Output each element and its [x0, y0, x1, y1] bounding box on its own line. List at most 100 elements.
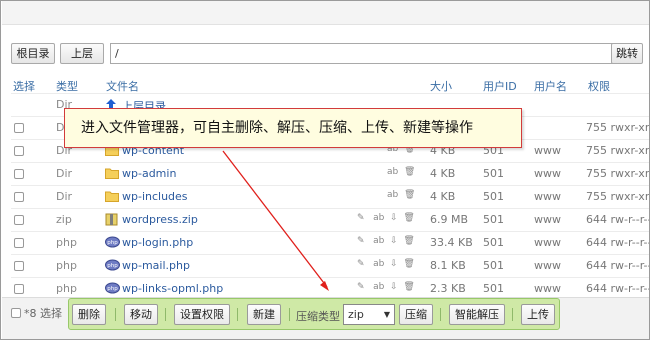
- new-button[interactable]: 新建: [247, 304, 281, 325]
- col-uid[interactable]: 用户ID: [483, 78, 517, 94]
- trash-icon[interactable]: 🗑: [404, 167, 415, 177]
- row-type: zip: [56, 213, 72, 226]
- row-name-link[interactable]: wordpress.zip: [122, 213, 198, 226]
- edit-icon[interactable]: ✎: [357, 282, 365, 292]
- row-checkbox[interactable]: [14, 146, 24, 156]
- root-dir-button[interactable]: 根目录: [11, 43, 55, 64]
- separator: [115, 308, 116, 321]
- col-select: 选择: [13, 80, 35, 93]
- row-checkbox[interactable]: [14, 261, 24, 271]
- row-permission[interactable]: 755 rwxr-xr-x: [586, 190, 649, 203]
- row-name-link[interactable]: wp-includes: [122, 190, 188, 203]
- row-permission[interactable]: 644 rw-r--r--: [586, 259, 649, 272]
- chevron-down-icon: ▼: [383, 310, 390, 319]
- row-size: 33.4 KB: [430, 236, 473, 249]
- row-actions: ab 🗑: [387, 190, 415, 200]
- select-count: *8 选择: [24, 307, 62, 320]
- table-row[interactable]: Dir wp-admin ab 🗑 4 KB 501 www 755 rwxr-xr-x: [11, 162, 649, 184]
- row-actions: ✎ ab ⇩ 🗑: [357, 259, 415, 269]
- row-uname: www: [534, 236, 561, 249]
- col-type[interactable]: 类型: [56, 78, 78, 94]
- go-button[interactable]: 跳转: [611, 43, 643, 64]
- rename-icon[interactable]: ab: [373, 282, 384, 292]
- file-manager-window: 根目录 上层 / 跳转 选择 类型 文件名 大小 用户ID 用户名 权限 Dir…: [0, 0, 650, 340]
- row-type: Dir: [56, 190, 73, 203]
- upload-button[interactable]: 上传: [521, 304, 555, 325]
- col-uname[interactable]: 用户名: [534, 78, 567, 94]
- download-icon[interactable]: ⇩: [390, 213, 398, 223]
- row-type: Dir: [56, 167, 73, 180]
- separator: [512, 308, 513, 321]
- row-checkbox[interactable]: [14, 284, 24, 294]
- row-checkbox[interactable]: [14, 215, 24, 225]
- row-permission[interactable]: 755 rwxr-xr-x: [586, 144, 649, 157]
- row-size: 8.1 KB: [430, 259, 466, 272]
- table-row[interactable]: zip wordpress.zip ✎ ab ⇩ 🗑 6.9 MB 501 www 644 …: [11, 208, 649, 230]
- edit-icon[interactable]: ✎: [357, 236, 365, 246]
- rename-icon[interactable]: ab: [387, 190, 398, 200]
- edit-icon[interactable]: ✎: [357, 259, 365, 269]
- php-icon: php: [105, 259, 120, 271]
- row-uid: 501: [483, 167, 504, 180]
- row-permission[interactable]: 644 rw-r--r--: [586, 282, 649, 295]
- up-level-button[interactable]: 上层: [60, 43, 104, 64]
- row-permission[interactable]: 755 rwxr-xr-x: [586, 167, 649, 180]
- row-actions: ab 🗑: [387, 167, 415, 177]
- edit-icon[interactable]: ✎: [357, 213, 365, 223]
- table-row[interactable]: php php wp-login.php ✎ ab ⇩ 🗑 33.4 KB 501 www 6…: [11, 231, 649, 253]
- table-row[interactable]: php php wp-mail.php ✎ ab ⇩ 🗑 8.1 KB 501 www 644…: [11, 254, 649, 276]
- rename-icon[interactable]: ab: [387, 167, 398, 177]
- folder-icon: [105, 190, 119, 202]
- compress-type-label: 压缩类型: [296, 310, 340, 323]
- trash-icon[interactable]: 🗑: [403, 236, 414, 246]
- download-icon[interactable]: ⇩: [390, 259, 398, 269]
- row-uname: www: [534, 190, 561, 203]
- row-name-link[interactable]: wp-login.php: [122, 236, 193, 249]
- separator: [440, 308, 441, 321]
- col-perm[interactable]: 权限: [588, 78, 610, 94]
- table-row[interactable]: php php wp-links-opml.php ✎ ab ⇩ 🗑 2.3 KB 501…: [11, 277, 649, 299]
- trash-icon[interactable]: 🗑: [403, 213, 414, 223]
- row-checkbox[interactable]: [14, 192, 24, 202]
- row-uname: www: [534, 282, 561, 295]
- move-button[interactable]: 移动: [124, 304, 158, 325]
- download-icon[interactable]: ⇩: [390, 282, 398, 292]
- rename-icon[interactable]: ab: [373, 236, 384, 246]
- col-size[interactable]: 大小: [430, 78, 452, 94]
- trash-icon[interactable]: 🗑: [404, 190, 415, 200]
- top-bar: [2, 1, 649, 25]
- compress-type-value: zip: [348, 308, 364, 321]
- set-permission-button[interactable]: 设置权限: [174, 304, 230, 325]
- row-size: 4 KB: [430, 167, 456, 180]
- php-icon: php: [105, 282, 120, 294]
- delete-button[interactable]: 删除: [72, 304, 106, 325]
- row-uid: 501: [483, 236, 504, 249]
- compress-type-select[interactable]: zip ▼: [343, 304, 395, 325]
- row-size: 2.3 KB: [430, 282, 466, 295]
- select-all-checkbox[interactable]: [11, 308, 21, 318]
- bulk-select[interactable]: *8 选择: [11, 305, 62, 321]
- row-name-link[interactable]: wp-admin: [122, 167, 176, 180]
- trash-icon[interactable]: 🗑: [403, 282, 414, 292]
- row-permission[interactable]: 644 rw-r--r--: [586, 213, 649, 226]
- row-uid: 501: [483, 282, 504, 295]
- row-checkbox[interactable]: [14, 238, 24, 248]
- row-permission[interactable]: 644 rw-r--r--: [586, 236, 649, 249]
- row-name-link[interactable]: wp-links-opml.php: [122, 282, 223, 295]
- trash-icon[interactable]: 🗑: [403, 259, 414, 269]
- row-name-link[interactable]: wp-mail.php: [122, 259, 190, 272]
- table-row[interactable]: Dir wp-includes ab 🗑 4 KB 501 www 755 rwxr-xr-…: [11, 185, 649, 207]
- download-icon[interactable]: ⇩: [390, 236, 398, 246]
- compress-button[interactable]: 压缩: [399, 304, 433, 325]
- separator: [237, 308, 238, 321]
- row-checkbox[interactable]: [14, 169, 24, 179]
- row-permission[interactable]: 755 rwxr-xr-x: [586, 121, 649, 134]
- row-actions: ✎ ab ⇩ 🗑: [357, 236, 415, 246]
- rename-icon[interactable]: ab: [373, 213, 384, 223]
- row-checkbox[interactable]: [14, 123, 24, 133]
- path-input[interactable]: /: [110, 43, 619, 64]
- col-name[interactable]: 文件名: [106, 78, 139, 94]
- rename-icon[interactable]: ab: [373, 259, 384, 269]
- row-type: php: [56, 236, 77, 249]
- smart-extract-button[interactable]: 智能解压: [449, 304, 505, 325]
